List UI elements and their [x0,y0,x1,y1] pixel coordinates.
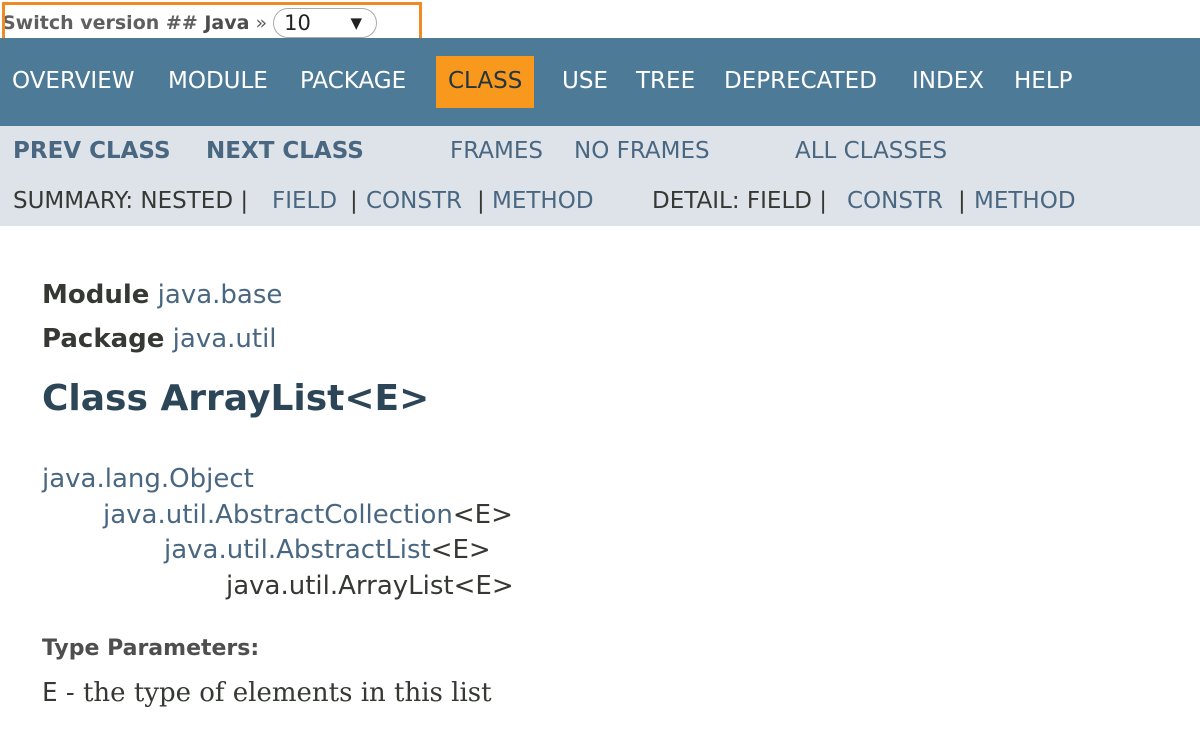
summary-separator: | [477,188,485,214]
module-line: Module java.base [42,280,282,310]
inheritance-item-current: java.util.ArrayList<E> [226,571,514,601]
nav-package[interactable]: PACKAGE [300,56,406,108]
nav-help[interactable]: HELP [1014,56,1073,108]
detail-constr-link[interactable]: CONSTR [847,186,943,216]
chevron-down-icon: ▼ [350,14,363,32]
switch-version-label: Switch version ## Java [2,12,250,34]
detail-method-link[interactable]: METHOD [974,186,1076,216]
version-select-value: 10 [284,11,311,35]
prev-class-link[interactable]: PREV CLASS [13,136,171,166]
switch-separator: » [255,12,268,34]
nav-index[interactable]: INDEX [912,56,984,108]
module-label: Module [42,280,150,310]
inheritance-item: java.lang.Object [42,464,254,494]
nav-deprecated[interactable]: DEPRECATED [724,56,877,108]
package-line: Package java.util [42,324,277,354]
package-link[interactable]: java.util [173,324,277,354]
next-class-link[interactable]: NEXT CLASS [206,136,364,166]
subnav-row-1: PREV CLASS NEXT CLASS FRAMES NO FRAMES A… [0,136,1200,166]
no-frames-link[interactable]: NO FRAMES [574,136,710,166]
summary-method-link[interactable]: METHOD [492,186,594,216]
nav-overview[interactable]: OVERVIEW [12,56,134,108]
nav-use[interactable]: USE [562,56,608,108]
current-class-name: java.util.ArrayList<E> [226,571,514,601]
top-navbar: OVERVIEW MODULE PACKAGE CLASS USE TREE D… [0,38,1200,126]
all-classes-link[interactable]: ALL CLASSES [795,136,947,166]
package-label: Package [42,324,165,354]
type-parameter-description: E - the type of elements in this list [42,678,492,708]
module-link[interactable]: java.base [158,280,283,310]
nav-class[interactable]: CLASS [436,56,535,108]
inheritance-item: java.util.AbstractList<E> [164,535,491,565]
subnav-row-2: SUMMARY: NESTED | FIELD | CONSTR | METHO… [0,186,1200,216]
sub-navbar: PREV CLASS NEXT CLASS FRAMES NO FRAMES A… [0,126,1200,226]
inheritance-link-abstractlist[interactable]: java.util.AbstractList [164,535,431,565]
nav-tree[interactable]: TREE [636,56,695,108]
detail-separator: | [958,188,966,214]
inheritance-item: java.util.AbstractCollection<E> [103,500,513,530]
summary-label: SUMMARY: NESTED | [13,188,249,214]
summary-field-link[interactable]: FIELD [272,186,337,216]
nav-module[interactable]: MODULE [168,56,268,108]
inheritance-link-object[interactable]: java.lang.Object [42,464,254,494]
inheritance-link-abstractcollection[interactable]: java.util.AbstractCollection [103,500,453,530]
type-parameter-name: E [42,678,58,708]
type-param-suffix: <E> [430,535,491,565]
type-parameter-text: - the type of elements in this list [57,678,492,708]
type-parameters-heading: Type Parameters: [42,636,260,661]
frames-link[interactable]: FRAMES [450,136,543,166]
version-select[interactable]: 10 ▼ [273,8,378,38]
summary-separator: | [350,188,358,214]
summary-constr-link[interactable]: CONSTR [366,186,462,216]
type-param-suffix: <E> [452,500,513,530]
top-bar: Switch version ## Java » 10 ▼ [0,0,1200,44]
page-title: Class ArrayList<E> [42,378,430,419]
detail-label: DETAIL: FIELD | [652,188,828,214]
